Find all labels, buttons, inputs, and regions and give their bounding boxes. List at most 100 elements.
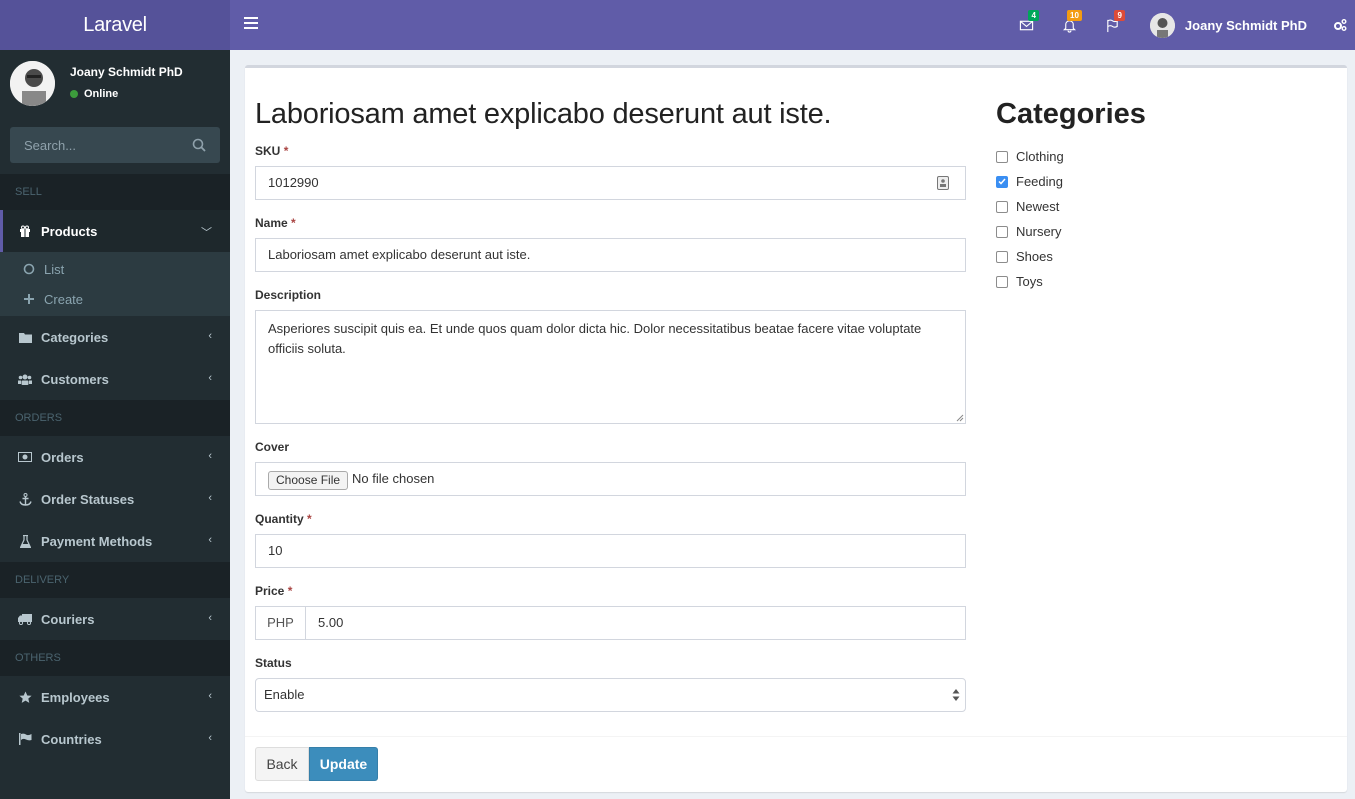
sku-label: SKU * [255, 144, 289, 158]
sidebar-subitem-list[interactable]: List [0, 254, 230, 284]
sidebar-item-payment-methods[interactable]: Payment Methods ‹ [0, 520, 230, 562]
quantity-label: Quantity * [255, 512, 312, 526]
category-label: Feeding [1016, 174, 1063, 189]
control-sidebar-toggle[interactable] [1325, 0, 1355, 50]
menu-header-delivery: DELIVERY [0, 562, 230, 598]
sidebar-item-customers[interactable]: Customers ‹ [0, 358, 230, 400]
chevron-left-icon: ‹ [208, 450, 212, 462]
sidebar-item-order-statuses[interactable]: Order Statuses ‹ [0, 478, 230, 520]
contact-card-icon[interactable] [937, 176, 949, 190]
status-select[interactable]: Enable [255, 678, 966, 712]
checkbox[interactable] [996, 200, 1008, 213]
category-checkbox-feeding[interactable]: Feeding [996, 169, 1064, 194]
categories-list: Clothing Feeding Newest Nursery Shoes To… [996, 144, 1064, 294]
checkbox[interactable] [996, 250, 1008, 263]
price-field[interactable]: 5.00 [305, 606, 966, 640]
sidebar-subitem-label: List [44, 261, 65, 277]
checkbox[interactable] [996, 225, 1008, 238]
top-navbar: 4 10 9 Joany Schmidt PhD [230, 0, 1355, 50]
cover-file-input: Choose File No file chosen [255, 462, 966, 496]
categories-title: Categories [996, 98, 1146, 130]
resize-handle-icon[interactable] [956, 414, 964, 422]
truck-icon [18, 613, 32, 625]
sidebar-subitem-create[interactable]: Create [0, 284, 230, 314]
search-input[interactable] [10, 127, 220, 163]
online-dot-icon [70, 90, 78, 98]
chevron-left-icon: ‹ [208, 372, 212, 384]
update-button[interactable]: Update [309, 747, 378, 781]
messages-button[interactable]: 4 [1005, 0, 1048, 50]
sidebar-item-label: Products [41, 223, 98, 239]
category-checkbox-nursery[interactable]: Nursery [996, 219, 1064, 244]
user-status: Online [70, 88, 118, 100]
box-footer: Back Update [245, 736, 1347, 792]
name-field[interactable]: Laboriosam amet explicabo deserunt aut i… [255, 238, 966, 272]
choose-file-button[interactable]: Choose File [268, 471, 349, 490]
quantity-field[interactable]: 10 [255, 534, 966, 568]
chevron-down-icon: ﹀ [201, 227, 212, 239]
category-checkbox-shoes[interactable]: Shoes [996, 244, 1064, 269]
chevron-left-icon: ‹ [208, 612, 212, 624]
menu-header-others: OTHERS [0, 640, 230, 676]
sidebar-item-label: Orders [41, 449, 84, 465]
category-label: Clothing [1016, 149, 1064, 164]
app-logo[interactable]: Laravel [0, 0, 230, 50]
currency-addon: PHP [255, 606, 306, 640]
sidebar-toggle-icon[interactable] [244, 17, 258, 29]
sidebar-item-label: Categories [41, 329, 109, 345]
back-button[interactable]: Back [255, 747, 309, 781]
tasks-badge: 9 [1114, 10, 1125, 21]
checkbox[interactable] [996, 275, 1008, 288]
notifications-badge: 10 [1067, 10, 1082, 21]
chevron-left-icon: ‹ [208, 534, 212, 546]
sidebar-item-orders[interactable]: Orders ‹ [0, 436, 230, 478]
name-label: Name * [255, 216, 296, 230]
user-menu[interactable]: Joany Schmidt PhD [1134, 0, 1325, 50]
category-checkbox-toys[interactable]: Toys [996, 269, 1064, 294]
file-status: No file chosen [352, 471, 435, 486]
sidebar-item-label: Payment Methods [41, 533, 153, 549]
checkbox-checked[interactable] [996, 175, 1008, 188]
menu-header-sell: SELL [0, 174, 230, 210]
category-checkbox-newest[interactable]: Newest [996, 194, 1064, 219]
avatar [1149, 12, 1175, 38]
sidebar-item-employees[interactable]: Employees ‹ [0, 676, 230, 718]
gift-icon [18, 225, 32, 237]
sidebar-menu: SELL Products ﹀ List Create Categories ‹… [0, 174, 230, 760]
gears-icon [1334, 19, 1347, 31]
status-selected-value: Enable [264, 687, 305, 702]
chevron-left-icon: ‹ [208, 330, 212, 342]
sidebar-item-label: Customers [41, 371, 109, 387]
sidebar: Joany Schmidt PhD Online SELL Products ﹀… [0, 50, 230, 799]
page-title: Laboriosam amet explicabo deserunt aut i… [255, 98, 832, 130]
anchor-icon [18, 492, 32, 506]
description-value: Asperiores suscipit quis ea. Et unde quo… [268, 321, 922, 356]
sidebar-item-products[interactable]: Products ﹀ [0, 210, 230, 252]
sidebar-subitem-label: Create [44, 291, 84, 307]
notifications-button[interactable]: 10 [1048, 0, 1091, 50]
category-label: Nursery [1016, 224, 1062, 239]
category-checkbox-clothing[interactable]: Clothing [996, 144, 1064, 169]
check-icon [998, 178, 1006, 185]
sidebar-item-couriers[interactable]: Couriers ‹ [0, 598, 230, 640]
category-label: Newest [1016, 199, 1060, 214]
status-label: Status [255, 656, 292, 670]
status-text: Online [84, 88, 119, 100]
tasks-button[interactable]: 9 [1091, 0, 1134, 50]
user-panel: Joany Schmidt PhD Online [0, 50, 230, 116]
money-icon [18, 452, 32, 462]
description-textarea[interactable]: Asperiores suscipit quis ea. Et unde quo… [255, 310, 966, 424]
chevron-left-icon: ‹ [208, 732, 212, 744]
sidebar-item-label: Couriers [41, 611, 95, 627]
messages-badge: 4 [1028, 10, 1039, 21]
search-icon[interactable] [192, 138, 206, 152]
avatar [10, 61, 55, 106]
sidebar-user-name: Joany Schmidt PhD [70, 65, 183, 79]
select-arrows-icon [952, 689, 960, 701]
circle-icon [22, 263, 36, 275]
sidebar-item-countries[interactable]: Countries ‹ [0, 718, 230, 760]
sidebar-item-categories[interactable]: Categories ‹ [0, 316, 230, 358]
price-label: Price * [255, 584, 293, 598]
checkbox[interactable] [996, 150, 1008, 163]
sku-field[interactable]: 1012990 [255, 166, 966, 200]
